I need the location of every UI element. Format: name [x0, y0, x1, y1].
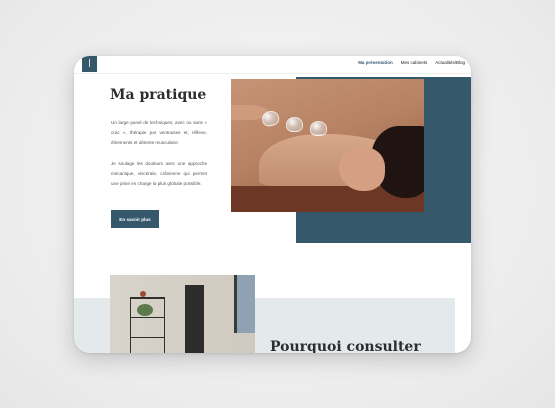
- cupping-glass: [286, 117, 303, 132]
- nav-item-presentation[interactable]: Ma présentation: [358, 60, 393, 65]
- room-window: [234, 275, 255, 333]
- shelf-object: [140, 291, 146, 297]
- main-nav: Ma présentation Mes cabinets Actualités/…: [358, 60, 465, 65]
- page-title: Ma pratique: [110, 87, 207, 103]
- photo-face: [339, 147, 385, 191]
- nav-item-blog[interactable]: Actualités/Blog: [435, 60, 465, 65]
- approach-paragraph: Je soulage les douleurs avec une approch…: [111, 161, 207, 186]
- learn-more-button[interactable]: En savoir plus: [111, 210, 159, 228]
- room-radiator: [185, 285, 204, 353]
- cabinet-room-photo: [110, 275, 255, 353]
- site-header: Ma présentation Mes cabinets Actualités/…: [74, 56, 471, 74]
- nav-item-cabinets[interactable]: Mes cabinets: [401, 60, 428, 65]
- site-logo[interactable]: [82, 56, 97, 72]
- browser-frame: Ma présentation Mes cabinets Actualités/…: [74, 56, 471, 353]
- cupping-glass: [310, 121, 327, 136]
- intro-paragraph: Un large panel de techniques, avec ou sa…: [111, 120, 207, 145]
- shelf-plant: [137, 304, 153, 316]
- cupping-therapy-photo: [231, 79, 424, 212]
- section-title: Pourquoi consulter: [270, 339, 421, 353]
